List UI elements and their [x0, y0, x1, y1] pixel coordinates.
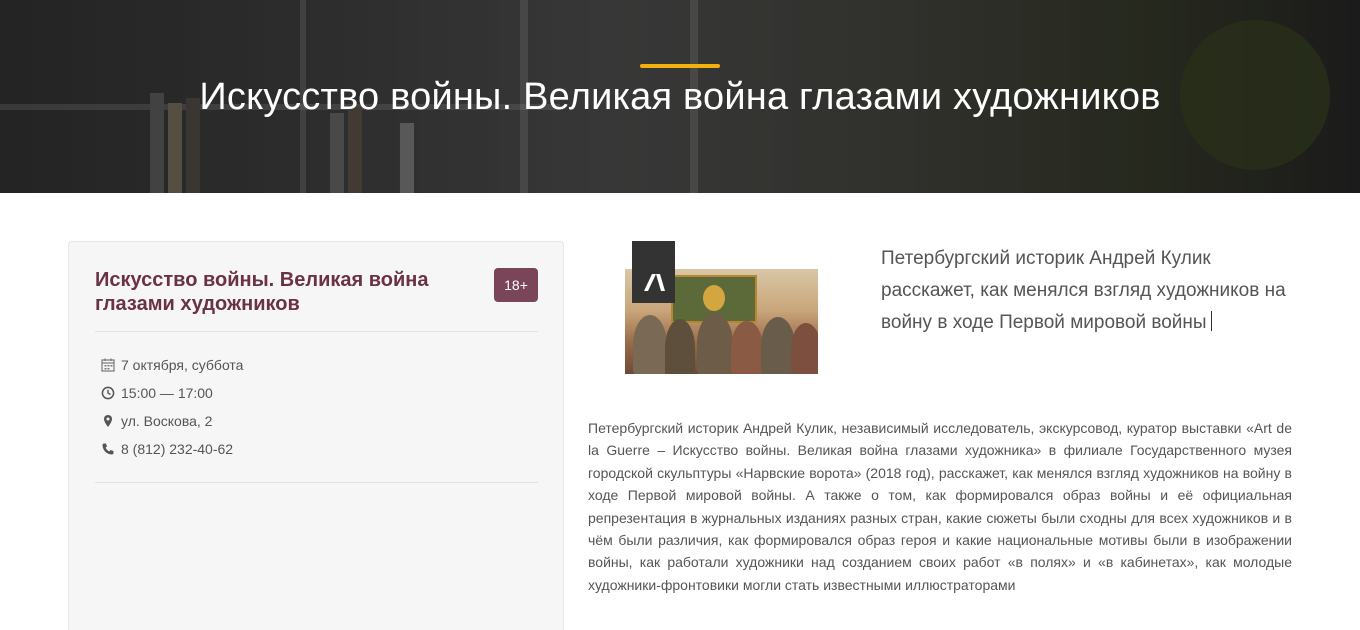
poster-figure [761, 317, 795, 374]
poster-figure [697, 313, 733, 374]
poster-figure [665, 319, 695, 374]
page-title: Искусство войны. Великая война глазами х… [199, 76, 1161, 118]
event-lead-text: Петербургский историк Андрей Кулик расск… [881, 248, 1286, 333]
card-divider-bottom [95, 482, 538, 483]
calendar-icon [101, 358, 115, 372]
map-pin-icon [101, 414, 115, 428]
phone-icon [101, 442, 115, 456]
event-lead: Петербургский историк Андрей Кулик расск… [881, 243, 1301, 339]
event-address: ул. Воскова, 2 [101, 411, 212, 431]
age-rating-badge: 18+ [494, 268, 538, 302]
card-divider-top [95, 331, 538, 332]
clock-icon [101, 386, 115, 400]
event-phone: 8 (812) 232-40-62 [101, 439, 233, 459]
hero-banner: Искусство войны. Великая война глазами х… [0, 0, 1360, 193]
poster-figure [791, 323, 818, 374]
event-time-text: 15:00 — 17:00 [121, 385, 213, 401]
poster-figure [731, 321, 763, 374]
hero-accent-line [640, 64, 720, 68]
event-info-card: Искусство войны. Великая война глазами х… [68, 241, 564, 630]
event-date: 7 октября, суббота [101, 355, 243, 375]
event-description: Петербургский историк Андрей Кулик, неза… [588, 420, 1292, 593]
text-cursor [1210, 311, 1212, 331]
logo-tab [632, 241, 675, 303]
event-time: 15:00 — 17:00 [101, 383, 213, 403]
poster-figure [633, 315, 667, 374]
logo-icon [641, 272, 667, 297]
event-address-link[interactable]: ул. Воскова, 2 [121, 413, 212, 429]
event-title: Искусство войны. Великая война глазами х… [95, 269, 429, 315]
event-phone-link[interactable]: 8 (812) 232-40-62 [121, 441, 233, 457]
event-date-text: 7 октября, суббота [121, 357, 244, 373]
